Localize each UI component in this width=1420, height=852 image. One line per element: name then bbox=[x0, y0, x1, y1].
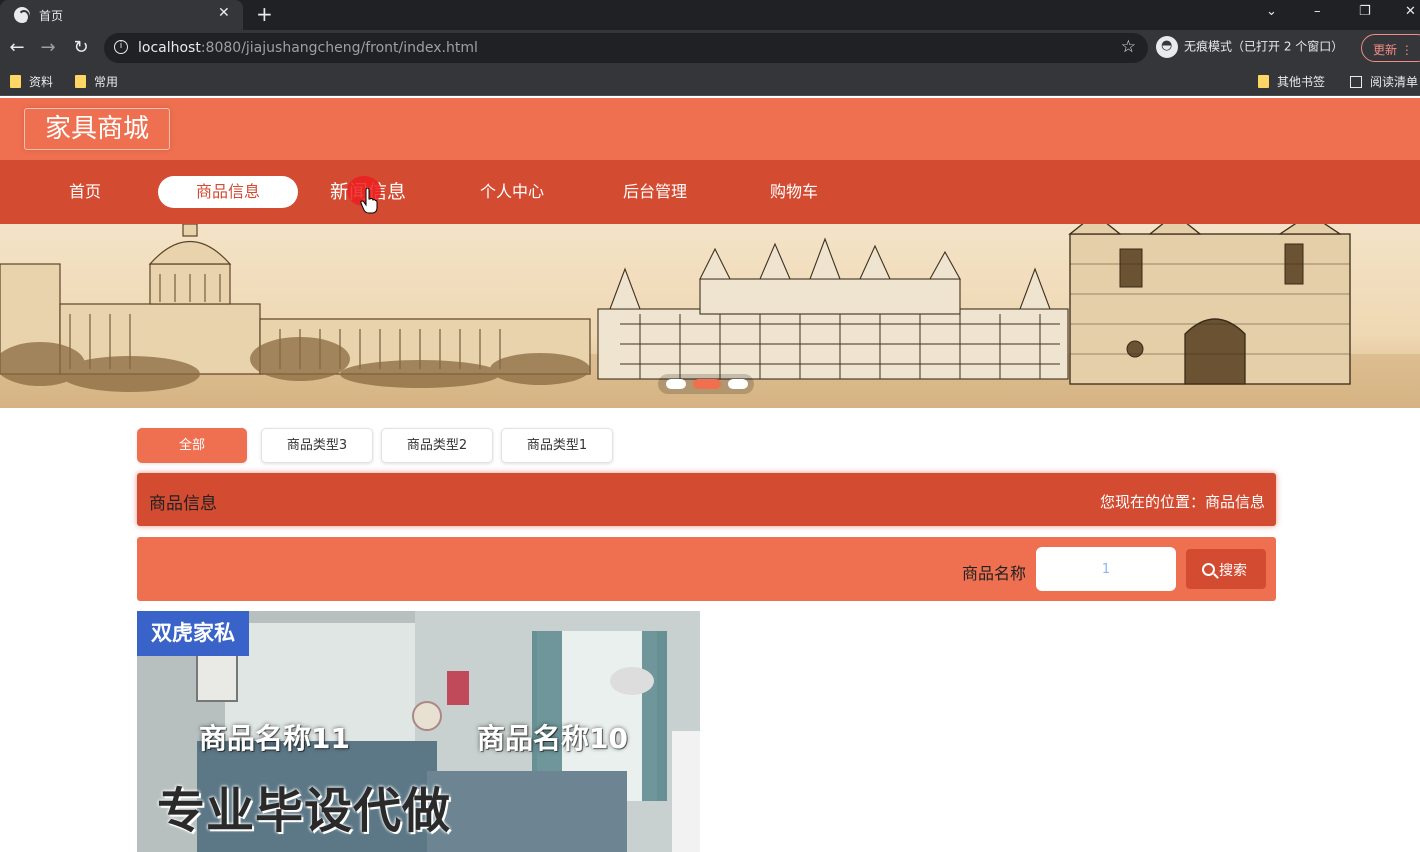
folder-icon bbox=[1258, 75, 1269, 88]
nav-products[interactable]: 商品信息 bbox=[158, 176, 298, 208]
brand-tag: 双虎家私 bbox=[137, 611, 249, 656]
hand-cursor-icon bbox=[360, 188, 378, 214]
hero-banner bbox=[0, 224, 1420, 408]
globe-icon bbox=[14, 7, 30, 24]
filter-all[interactable]: 全部 bbox=[137, 428, 247, 463]
tab-title: 首页 bbox=[39, 9, 64, 23]
tab-search-icon[interactable]: ⌄ bbox=[1266, 4, 1277, 19]
reading-list[interactable]: 阅读清单 bbox=[1350, 73, 1418, 90]
bookmark-folder-ziliao[interactable]: 资料 bbox=[10, 73, 53, 90]
section-title: 商品信息 bbox=[149, 494, 217, 514]
breadcrumb: 您现在的位置：商品信息 bbox=[1099, 493, 1265, 511]
search-input[interactable] bbox=[1036, 547, 1176, 591]
update-button[interactable]: 更新 ⋮ bbox=[1361, 34, 1420, 62]
nav-cart[interactable]: 购物车 bbox=[744, 176, 844, 208]
reading-list-icon bbox=[1350, 76, 1362, 88]
bookmark-folder-changyong[interactable]: 常用 bbox=[75, 73, 118, 90]
address-toolbar: ← → ↻ i localhost:8080/jiajushangcheng/f… bbox=[0, 30, 1420, 66]
reload-icon[interactable]: ↻ bbox=[69, 37, 93, 58]
forward-icon[interactable]: → bbox=[36, 37, 60, 58]
bookmark-folder-other[interactable]: 其他书签 bbox=[1258, 73, 1325, 90]
site-info-icon[interactable]: i bbox=[114, 40, 128, 54]
restore-icon[interactable]: ❐ bbox=[1359, 4, 1371, 19]
search-button-label: 搜索 bbox=[1219, 563, 1247, 579]
site-header: 家具商城 bbox=[0, 98, 1420, 160]
search-icon bbox=[1202, 563, 1215, 576]
product-name[interactable]: 商品名称11 bbox=[199, 717, 350, 757]
bookmarks-bar: 资料 常用 其他书签 阅读清单 bbox=[0, 66, 1420, 96]
carousel-dot-active[interactable] bbox=[693, 379, 721, 389]
search-label: 商品名称 bbox=[962, 564, 1027, 583]
browser-tab-strip: 首页 ✕ + ⌄ – ❐ ✕ bbox=[0, 0, 1420, 30]
watermark-text: 专业毕设代做 bbox=[157, 783, 452, 839]
url-path: :8080/jiajushangcheng/front/index.html bbox=[200, 40, 478, 56]
minimize-icon[interactable]: – bbox=[1314, 4, 1321, 19]
new-tab-icon[interactable]: + bbox=[256, 2, 273, 26]
incognito-icon bbox=[1156, 36, 1178, 58]
bookmark-star-icon[interactable]: ☆ bbox=[1121, 37, 1136, 57]
carousel-dot[interactable] bbox=[728, 379, 748, 389]
main-nav: 首页 商品信息 新闻信息 个人中心 后台管理 购物车 bbox=[0, 160, 1420, 224]
product-card-image[interactable]: 双虎家私 商品名称11 商品名称10 专业毕设代做 bbox=[137, 611, 700, 852]
nav-admin[interactable]: 后台管理 bbox=[605, 176, 705, 208]
address-bar[interactable]: i localhost:8080/jiajushangcheng/front/i… bbox=[104, 33, 1148, 63]
url-host: localhost bbox=[138, 40, 201, 56]
bookmark-label: 常用 bbox=[94, 75, 119, 89]
search-bar: 商品名称 搜索 bbox=[137, 537, 1276, 601]
product-name[interactable]: 商品名称10 bbox=[477, 717, 628, 757]
nav-personal-center[interactable]: 个人中心 bbox=[462, 176, 562, 208]
incognito-indicator[interactable]: 无痕模式（已打开 2 个窗口） bbox=[1156, 36, 1343, 60]
back-icon[interactable]: ← bbox=[5, 37, 29, 58]
nav-home[interactable]: 首页 bbox=[45, 176, 125, 208]
close-window-icon[interactable]: ✕ bbox=[1405, 4, 1416, 19]
browser-tab[interactable]: 首页 ✕ bbox=[0, 0, 243, 30]
search-button[interactable]: 搜索 bbox=[1186, 549, 1266, 589]
folder-icon bbox=[75, 75, 86, 88]
site-logo[interactable]: 家具商城 bbox=[24, 108, 170, 150]
folder-icon bbox=[10, 75, 21, 88]
section-title-bar: 商品信息 您现在的位置：商品信息 bbox=[137, 473, 1276, 526]
filter-type-1[interactable]: 商品类型1 bbox=[501, 428, 613, 463]
bookmark-label: 阅读清单 bbox=[1370, 75, 1419, 89]
carousel-indicators bbox=[658, 374, 754, 394]
url-text[interactable]: localhost:8080/jiajushangcheng/front/ind… bbox=[138, 40, 478, 56]
incognito-label: 无痕模式（已打开 2 个窗口） bbox=[1184, 39, 1344, 54]
tab-close-icon[interactable]: ✕ bbox=[218, 5, 230, 21]
carousel-dot[interactable] bbox=[666, 379, 686, 389]
bookmark-label: 其他书签 bbox=[1277, 75, 1326, 89]
filter-type-3[interactable]: 商品类型3 bbox=[261, 428, 373, 463]
bookmark-label: 资料 bbox=[29, 75, 54, 89]
filter-type-2[interactable]: 商品类型2 bbox=[381, 428, 493, 463]
